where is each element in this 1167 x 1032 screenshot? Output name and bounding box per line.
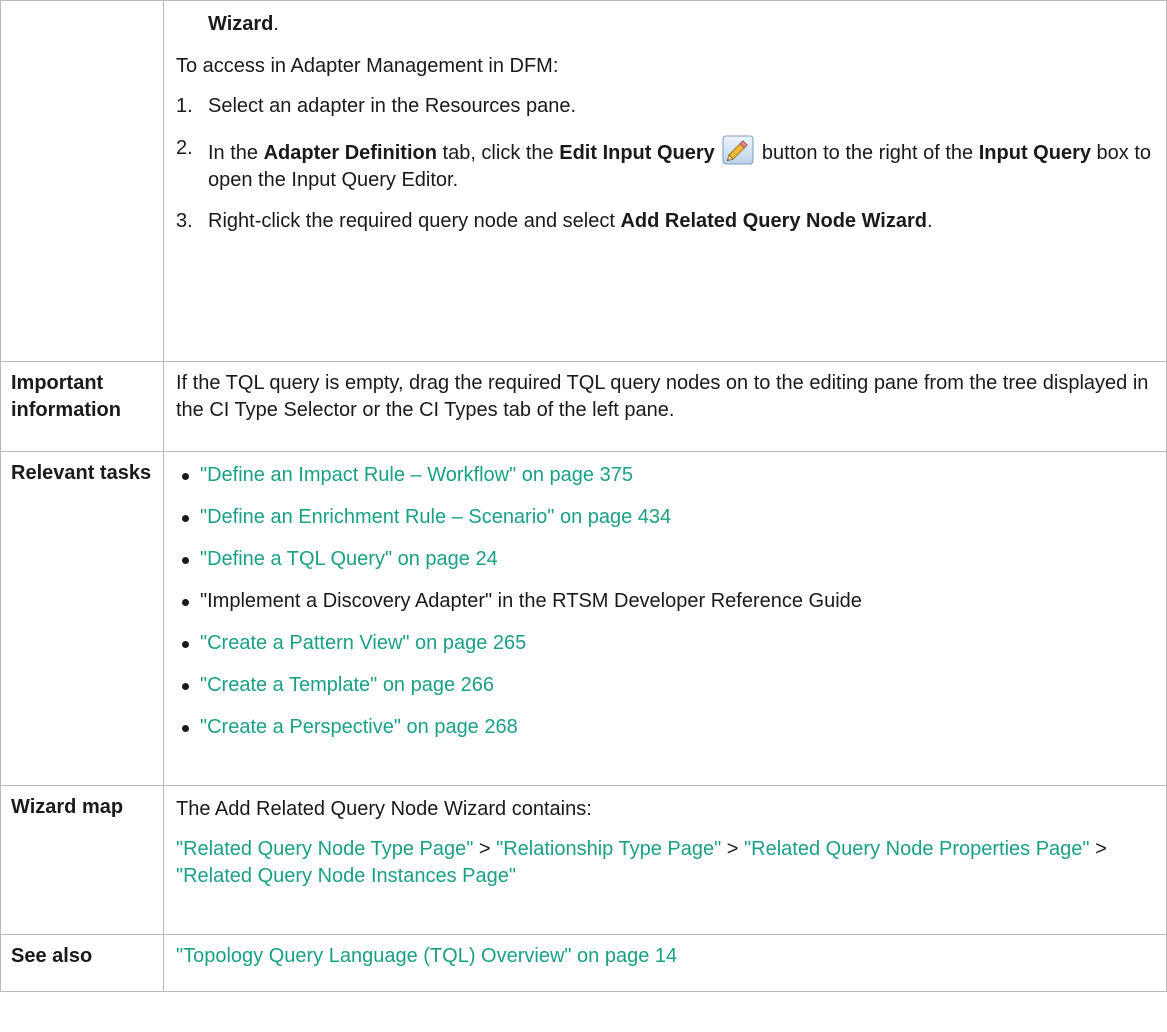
- access-intro: To access in Adapter Management in DFM:: [176, 55, 559, 77]
- pencil-icon[interactable]: [722, 135, 754, 165]
- task-item[interactable]: "Create a Template" on page 266: [176, 672, 1156, 714]
- info-table: Wizard. To access in Adapter Management …: [0, 0, 1167, 992]
- relationship-type-link[interactable]: "Relationship Type Page": [496, 838, 721, 860]
- wizard-map-intro: The Add Related Query Node Wizard contai…: [176, 798, 592, 820]
- task-item[interactable]: "Create a Perspective" on page 268: [176, 714, 1156, 756]
- see-also-row: See also "Topology Query Language (TQL) …: [0, 934, 1167, 992]
- wizard-map-row: Wizard map The Add Related Query Node Wi…: [0, 785, 1167, 935]
- access-row: Wizard. To access in Adapter Management …: [0, 0, 1167, 362]
- step-3: 3. Right-click the required query node a…: [176, 210, 933, 232]
- wizard-map-body: The Add Related Query Node Wizard contai…: [163, 785, 1167, 935]
- important-row: Important information If the TQL query i…: [0, 361, 1167, 452]
- tasks-row: Relevant tasks "Define an Impact Rule – …: [0, 451, 1167, 786]
- task-item: "Implement a Discovery Adapter" in the R…: [176, 588, 1156, 630]
- access-body-cell: Wizard. To access in Adapter Management …: [163, 0, 1167, 362]
- task-item[interactable]: "Define a TQL Query" on page 24: [176, 546, 1156, 588]
- see-also-body: "Topology Query Language (TQL) Overview"…: [163, 934, 1167, 992]
- task-item[interactable]: "Define an Enrichment Rule – Scenario" o…: [176, 504, 1156, 546]
- task-item[interactable]: "Define an Impact Rule – Workflow" on pa…: [176, 462, 1156, 504]
- task-item[interactable]: "Create a Pattern View" on page 265: [176, 630, 1156, 672]
- related-query-node-type-link[interactable]: "Related Query Node Type Page": [176, 838, 473, 860]
- related-query-node-instances-link[interactable]: "Related Query Node Instances Page": [176, 865, 516, 887]
- access-steps: 1. Select an adapter in the Resources pa…: [176, 93, 1156, 235]
- important-text: If the TQL query is empty, drag the requ…: [163, 361, 1167, 452]
- important-label: Important information: [0, 361, 164, 452]
- tasks-label: Relevant tasks: [0, 451, 164, 786]
- tasks-list: "Define an Impact Rule – Workflow" on pa…: [176, 462, 1156, 756]
- see-also-label: See also: [0, 934, 164, 992]
- access-label-cell: [0, 0, 164, 362]
- related-query-node-properties-link[interactable]: "Related Query Node Properties Page": [744, 838, 1090, 860]
- wizard-map-label: Wizard map: [0, 785, 164, 935]
- step-2: 2. In the Adapter Definition tab, click …: [176, 135, 1152, 191]
- wizard-continuation: Wizard.: [208, 13, 279, 35]
- wizard-map-links: "Related Query Node Type Page" > "Relati…: [176, 838, 1107, 887]
- tasks-body: "Define an Impact Rule – Workflow" on pa…: [163, 451, 1167, 786]
- step-1: 1. Select an adapter in the Resources pa…: [176, 95, 577, 117]
- tql-overview-link[interactable]: "Topology Query Language (TQL) Overview"…: [176, 945, 677, 967]
